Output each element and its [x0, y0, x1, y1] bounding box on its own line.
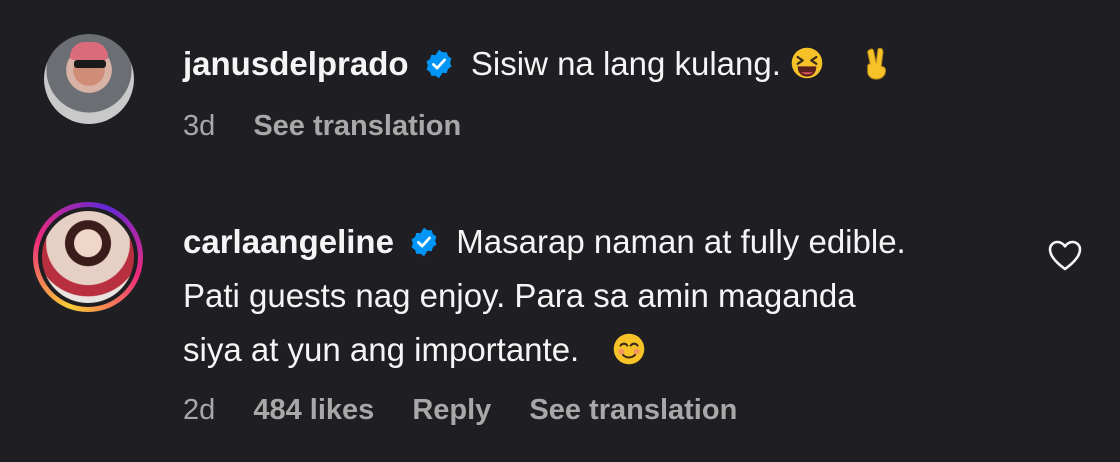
comment-body: janusdelprado Sisiw na lang kulang.	[183, 38, 894, 90]
like-heart-icon[interactable]	[1047, 238, 1083, 272]
avatar[interactable]	[44, 34, 134, 124]
comment-body: carlaangeline Masarap naman at fully edi…	[183, 216, 906, 268]
reply-button[interactable]: Reply	[412, 394, 491, 426]
timestamp[interactable]: 3d	[183, 110, 215, 142]
avatar	[42, 211, 134, 303]
avatar-story-ring[interactable]	[33, 202, 143, 312]
comment-meta: 3d See translation	[183, 106, 491, 146]
see-translation-link[interactable]: See translation	[529, 394, 737, 426]
likes-count[interactable]: 484 likes	[253, 394, 374, 426]
username[interactable]: janusdelprado	[183, 45, 409, 82]
comment: janusdelprado Sisiw na lang kulang. 3d S…	[0, 32, 1120, 152]
victory-hand-icon	[867, 47, 887, 80]
verified-badge-icon	[426, 50, 452, 79]
comment: carlaangeline Masarap naman at fully edi…	[0, 198, 1120, 438]
username[interactable]: carlaangeline	[183, 223, 394, 260]
comment-body-line3: siya at yun ang importante.	[183, 324, 646, 376]
see-translation-link[interactable]: See translation	[253, 110, 461, 142]
laughing-face-icon	[791, 47, 823, 79]
verified-badge-icon	[411, 228, 437, 257]
comment-text-line: Masarap naman at fully edible.	[456, 223, 906, 260]
comment-text: Sisiw na lang kulang.	[470, 45, 781, 82]
smiling-face-icon	[613, 333, 644, 365]
comment-text-line: Pati guests nag enjoy. Para sa amin maga…	[183, 277, 856, 314]
timestamp[interactable]: 2d	[183, 394, 215, 426]
avatar-image	[44, 34, 134, 124]
comment-text-line: siya at yun ang importante.	[183, 331, 580, 368]
comment-meta: 2d 484 likes Reply See translation	[183, 390, 767, 430]
